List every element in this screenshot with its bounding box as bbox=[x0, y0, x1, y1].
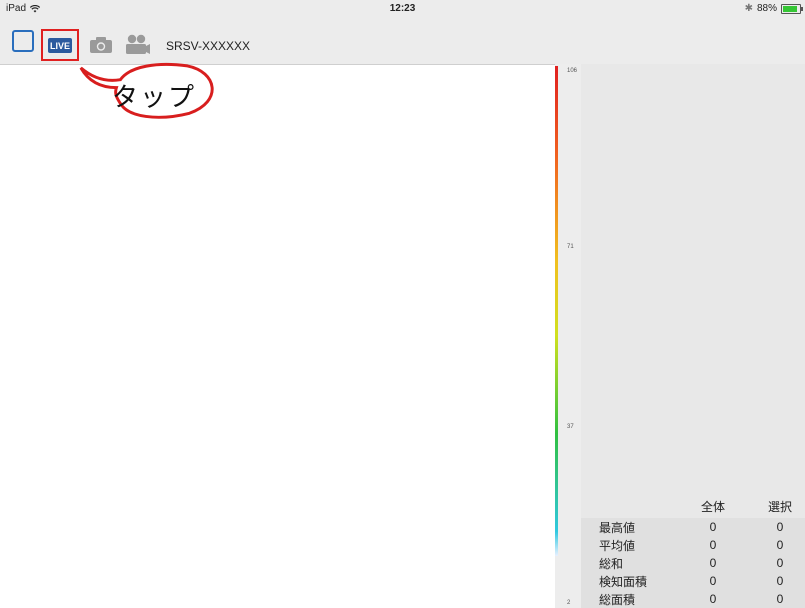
stats-row-all: 0 bbox=[709, 520, 717, 534]
stats-row-selected: 0 bbox=[776, 538, 784, 552]
stats-row-all: 0 bbox=[709, 574, 717, 588]
stats-row-label: 最高値 bbox=[599, 520, 636, 535]
scale-tick-max: 106 bbox=[567, 68, 578, 74]
stats-row: 平均値 0 0 bbox=[581, 536, 805, 554]
tap-callout-text: タップ bbox=[112, 82, 197, 112]
live-icon[interactable]: LIVE bbox=[48, 38, 72, 53]
status-right: ✱ 88% bbox=[744, 3, 803, 14]
status-bar: iPad 12:23 ✱ 88% bbox=[0, 0, 805, 18]
live-button-highlight[interactable]: LIVE bbox=[41, 29, 79, 61]
video-camera-icon[interactable] bbox=[124, 34, 150, 56]
menu-icon[interactable] bbox=[12, 30, 34, 52]
stats-row-label: 総面積 bbox=[599, 592, 636, 607]
temperature-scale: 106 71 37 2 bbox=[555, 64, 581, 608]
stats-row-label: 平均値 bbox=[599, 538, 636, 553]
battery-icon bbox=[781, 3, 803, 14]
stats-row-selected: 0 bbox=[776, 556, 784, 570]
stats-row: 総和 0 0 bbox=[581, 554, 805, 572]
clock: 12:23 bbox=[389, 3, 416, 14]
scale-tick: 71 bbox=[567, 244, 574, 250]
bluetooth-icon: ✱ bbox=[744, 3, 753, 14]
stats-row-selected: 0 bbox=[776, 592, 784, 606]
stats-row-selected: 0 bbox=[776, 520, 784, 534]
stats-header-all: 全体 bbox=[700, 499, 725, 514]
battery-fill bbox=[783, 5, 798, 12]
stats-row-selected: 0 bbox=[776, 574, 784, 588]
stats-row: 検知面積 0 0 bbox=[581, 572, 805, 590]
stats-row-label: 検知面積 bbox=[599, 574, 648, 589]
stats-row-all: 0 bbox=[709, 556, 717, 570]
device-name: SRSV-XXXXXX bbox=[166, 39, 251, 53]
stats-row: 最高値 0 0 bbox=[581, 518, 805, 536]
color-scale-bar bbox=[555, 66, 558, 556]
scale-tick-min: 2 bbox=[567, 600, 571, 606]
camera-icon[interactable] bbox=[89, 36, 113, 54]
stats-row: 総面積 0 0 bbox=[581, 590, 805, 608]
stats-panel: 全体 選択 最高値 0 0 平均値 0 0 総和 0 0 検知面積 0 0 総面… bbox=[581, 64, 805, 608]
stats-header-selected: 選択 bbox=[767, 499, 792, 514]
battery-percent: 88% bbox=[756, 3, 777, 14]
scale-tick: 37 bbox=[567, 424, 574, 430]
stats-table: 全体 選択 最高値 0 0 平均値 0 0 総和 0 0 検知面積 0 0 総面… bbox=[581, 497, 805, 608]
stats-header: 全体 選択 bbox=[581, 497, 805, 515]
stats-row-all: 0 bbox=[709, 538, 717, 552]
stats-row-label: 総和 bbox=[599, 556, 624, 571]
stats-row-all: 0 bbox=[709, 592, 717, 606]
